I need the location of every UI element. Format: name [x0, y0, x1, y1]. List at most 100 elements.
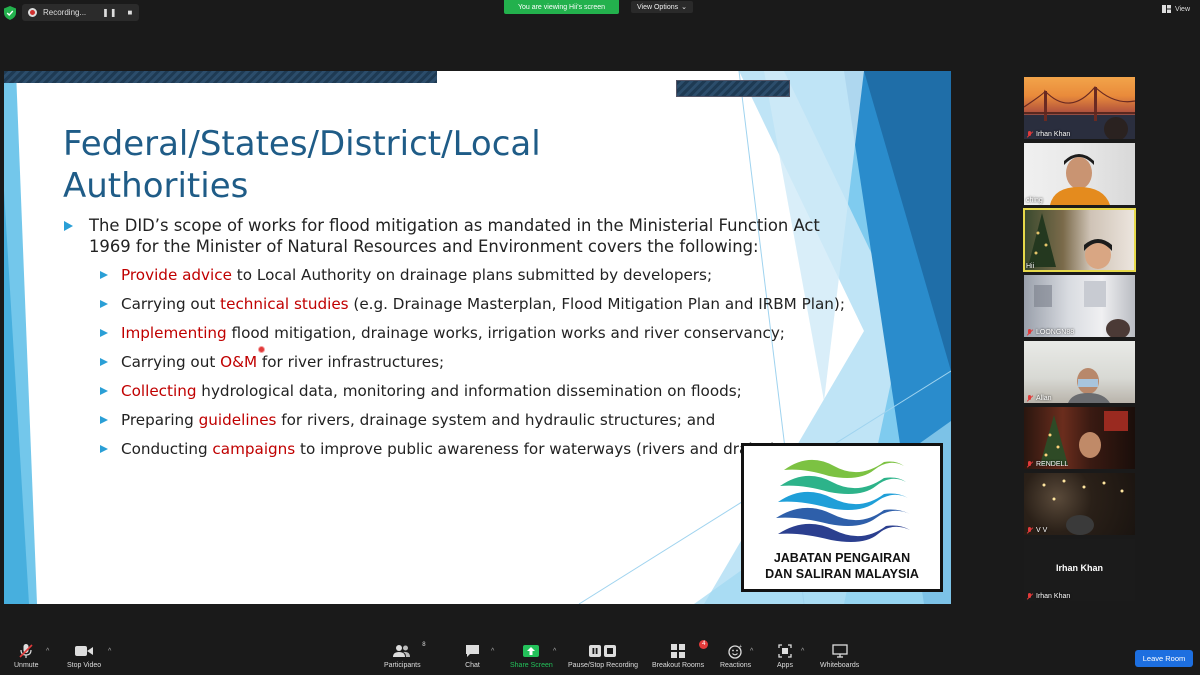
- logo-caption: JABATAN PENGAIRAN DAN SALIRAN MALAYSIA: [744, 550, 940, 582]
- viewing-screen-banner: You are viewing Hii's screen: [504, 0, 619, 14]
- participant-video: [1068, 368, 1110, 403]
- reactions-label: Reactions: [720, 662, 752, 669]
- participant-tile[interactable]: V V: [1024, 473, 1135, 535]
- participant-tile-active-speaker[interactable]: Hii: [1023, 208, 1136, 272]
- participant-video: [1034, 281, 1130, 337]
- share-screen-label: Share Screen: [510, 662, 553, 669]
- participant-name: V V: [1026, 527, 1047, 534]
- breakout-rooms-button[interactable]: 4 Breakout Rooms: [652, 640, 709, 669]
- mic-muted-icon: [1026, 395, 1033, 402]
- bullet-arrow-icon: [100, 358, 108, 366]
- participants-count: 8: [422, 642, 426, 648]
- participant-name-text: LOONGN88: [1036, 329, 1075, 336]
- participant-video: [1042, 479, 1124, 535]
- chat-label: Chat: [465, 662, 480, 669]
- sub-bullet-item: Carrying out technical studies (e.g. Dra…: [100, 294, 845, 323]
- reactions-button[interactable]: + Reactions: [720, 642, 752, 670]
- bullet-arrow-icon: [100, 387, 108, 395]
- participant-tile[interactable]: Allan: [1024, 341, 1135, 403]
- slide-title: Federal/States/District/Local Authoritie…: [63, 124, 541, 206]
- unmute-label: Unmute: [14, 662, 39, 669]
- share-options-chevron-icon[interactable]: ^: [553, 648, 556, 655]
- apps-button[interactable]: Apps: [777, 642, 793, 669]
- sub-bullet-item: Preparing guidelines for rivers, drainag…: [100, 410, 820, 439]
- participant-name: Allan: [1026, 395, 1052, 402]
- sub-bullet-item: Carrying out O&M for river infrastructur…: [100, 352, 820, 381]
- sub-bullet-text: Preparing: [121, 411, 199, 429]
- chevron-down-icon: ⌄: [681, 4, 687, 11]
- bullet-arrow-icon: [100, 329, 108, 337]
- participants-button[interactable]: 8 Participants: [384, 642, 426, 669]
- leave-room-button[interactable]: Leave Room: [1135, 650, 1193, 667]
- logo-line-2: DAN SALIRAN MALAYSIA: [765, 567, 919, 581]
- sub-bullet-list: Provide advice to Local Authority on dra…: [100, 265, 845, 468]
- sub-bullet-emphasis: Implementing: [121, 324, 227, 342]
- main-bullet-text: The DID’s scope of works for flood mitig…: [89, 216, 820, 256]
- sub-bullet-item: Collecting hydrological data, monitoring…: [100, 381, 820, 410]
- pause-recording-icon[interactable]: ❚❚: [102, 8, 117, 17]
- sub-bullet-text: flood mitigation, drainage works, irriga…: [226, 324, 785, 342]
- audio-options-chevron-icon[interactable]: ^: [46, 648, 49, 655]
- breakout-rooms-badge: 4: [699, 640, 709, 649]
- bullet-arrow-icon: [100, 300, 108, 308]
- bridge-background: [1024, 86, 1135, 139]
- sub-bullet-text: to improve public awareness for waterway…: [295, 440, 777, 458]
- sub-bullet-emphasis: guidelines: [198, 411, 277, 429]
- bullet-arrow-icon: [100, 445, 108, 453]
- chat-options-chevron-icon[interactable]: ^: [491, 648, 494, 655]
- main-bullet: The DID’s scope of works for flood mitig…: [64, 215, 824, 257]
- whiteboard-icon: [831, 644, 848, 658]
- participant-video: [1028, 213, 1112, 269]
- pause-stop-recording-button[interactable]: Pause/Stop Recording: [568, 642, 638, 669]
- stop-video-button[interactable]: Stop Video: [67, 642, 101, 669]
- participant-name: Irhan Khan: [1026, 593, 1070, 600]
- shared-screen-slide: Federal/States/District/Local Authoritie…: [4, 71, 951, 604]
- mic-muted-icon: [1026, 131, 1033, 138]
- sub-bullet-emphasis: technical studies: [220, 295, 349, 313]
- sub-bullet-text: for rivers, drainage system and hydrauli…: [276, 411, 716, 429]
- grid-view-icon: [1161, 5, 1171, 13]
- reactions-options-chevron-icon[interactable]: ^: [750, 648, 753, 655]
- mic-muted-icon: [1026, 329, 1033, 336]
- participant-tile[interactable]: RENDELL: [1024, 407, 1135, 469]
- microphone-muted-icon: [19, 644, 33, 658]
- sub-bullet-text: Carrying out: [121, 353, 221, 371]
- participant-name-text: ching: [1026, 197, 1043, 204]
- sub-bullet-text: to Local Authority on drainage plans sub…: [231, 266, 713, 284]
- apps-options-chevron-icon[interactable]: ^: [801, 648, 804, 655]
- mic-muted-icon: [1026, 461, 1033, 468]
- participant-name-text: V V: [1036, 527, 1048, 534]
- sub-bullet-item: Provide advice to Local Authority on dra…: [100, 265, 820, 294]
- whiteboards-button[interactable]: Whiteboards: [820, 642, 859, 669]
- bullet-arrow-icon: [100, 271, 108, 279]
- participant-tile[interactable]: LOONGN88: [1024, 275, 1135, 337]
- sub-bullet-text: Conducting: [121, 440, 213, 458]
- participants-label: Participants: [384, 662, 421, 669]
- share-screen-icon: [523, 645, 540, 657]
- sub-bullet-text: hydrological data, monitoring and inform…: [196, 382, 742, 400]
- chat-icon: [466, 645, 479, 657]
- participant-gallery[interactable]: Irhan Khan ching Hii LOONGN88 Allan REND…: [1023, 77, 1136, 605]
- participant-tile[interactable]: Irhan Khan: [1024, 77, 1135, 139]
- whiteboards-label: Whiteboards: [820, 662, 860, 669]
- recording-indicator: Recording... ❚❚ ■: [22, 4, 140, 21]
- record-icon: [28, 8, 37, 17]
- share-screen-button[interactable]: Share Screen: [510, 642, 553, 669]
- sub-bullet-text: (e.g. Drainage Masterplan, Flood Mitigat…: [348, 295, 845, 313]
- svg-text:+: +: [739, 644, 742, 650]
- stop-recording-icon[interactable]: ■: [128, 8, 134, 17]
- participant-name: Hii: [1026, 263, 1034, 270]
- video-options-chevron-icon[interactable]: ^: [108, 648, 111, 655]
- view-button[interactable]: View: [1161, 5, 1190, 13]
- view-options-button[interactable]: View Options ⌄: [631, 1, 693, 13]
- recording-label: Recording...: [43, 8, 87, 17]
- zoom-meeting-window: Recording... ❚❚ ■ You are viewing Hii's …: [0, 0, 1200, 675]
- participant-name: Irhan Khan: [1026, 131, 1070, 138]
- participant-tile[interactable]: Irhan Khan Irhan Khan: [1024, 539, 1135, 601]
- chat-button[interactable]: Chat: [465, 642, 480, 669]
- smiley-icon: +: [728, 644, 742, 659]
- participant-name-text: RENDELL: [1036, 461, 1069, 468]
- breakout-rooms-icon: [671, 644, 686, 658]
- unmute-button[interactable]: Unmute: [14, 642, 39, 669]
- participant-tile[interactable]: ching: [1024, 143, 1135, 205]
